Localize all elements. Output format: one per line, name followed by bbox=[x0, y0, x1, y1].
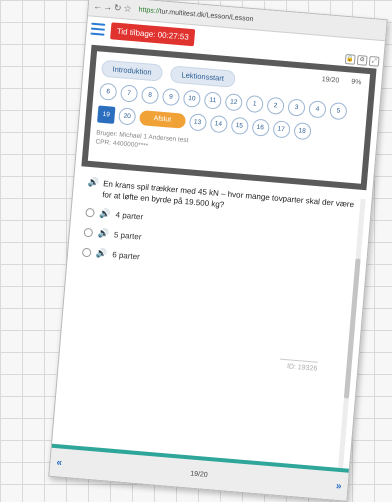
question-number-button[interactable]: 20 bbox=[118, 107, 137, 126]
divider bbox=[279, 358, 318, 363]
question-number-button[interactable]: 9 bbox=[161, 87, 181, 107]
lesson-start-button[interactable]: Lektionsstart bbox=[169, 65, 236, 88]
question-number-button[interactable]: 11 bbox=[203, 91, 223, 110]
finish-button[interactable]: Afslut bbox=[139, 110, 186, 129]
url-path: tur.multitest.dk/Lesson/Lesson bbox=[159, 7, 254, 23]
settings-icon[interactable]: ⚙ bbox=[356, 55, 368, 66]
introduction-button[interactable]: Introduktion bbox=[100, 59, 164, 82]
lock-icon[interactable]: 🔒 bbox=[344, 54, 356, 65]
question-number-button[interactable]: 2 bbox=[266, 96, 285, 116]
window-controls: 🔒 ⚙ ⤢ bbox=[344, 54, 380, 67]
question-number-button[interactable]: 14 bbox=[209, 114, 228, 134]
radio-button[interactable] bbox=[85, 207, 95, 218]
tablet-screen: ← → ↻ ☆ https://tur.multitest.dk/Lesson/… bbox=[48, 0, 388, 502]
progress-count: 19/20 bbox=[321, 76, 340, 85]
question-number-button[interactable]: 18 bbox=[292, 121, 312, 141]
question-number-button[interactable]: 8 bbox=[140, 86, 160, 105]
question-number-button[interactable]: 6 bbox=[99, 82, 118, 101]
url-secure-part: https:// bbox=[138, 6, 160, 15]
lesson-navigation-panel: 19/20 9% Introduktion Lektionsstart 6 7 8… bbox=[81, 44, 377, 191]
speaker-icon[interactable]: 🔊 bbox=[97, 228, 109, 240]
menu-icon[interactable] bbox=[90, 22, 106, 36]
footer-page-indicator: 19/20 bbox=[189, 469, 209, 479]
footer-bar: « 19/20 » bbox=[49, 443, 349, 501]
radio-button[interactable] bbox=[81, 247, 92, 258]
question-number-button[interactable]: 3 bbox=[287, 98, 306, 117]
question-id: ID: 19326 bbox=[286, 363, 318, 373]
progress-percent: 9% bbox=[350, 78, 362, 87]
question-number-button[interactable]: 13 bbox=[188, 113, 207, 132]
question-number-button[interactable]: 10 bbox=[182, 89, 202, 108]
question-number-button[interactable]: 16 bbox=[251, 118, 270, 137]
fullscreen-icon[interactable]: ⤢ bbox=[368, 56, 380, 67]
previous-button[interactable]: « bbox=[56, 457, 62, 468]
question-number-button[interactable]: 15 bbox=[230, 116, 249, 136]
radio-button[interactable] bbox=[83, 227, 94, 238]
speaker-icon[interactable]: 🔊 bbox=[87, 177, 100, 200]
address-bar[interactable]: https://tur.multitest.dk/Lesson/Lesson bbox=[138, 6, 253, 23]
answer-label: 6 parter bbox=[111, 250, 141, 262]
question-number-button[interactable]: 12 bbox=[224, 93, 243, 112]
time-remaining-badge: Tid tilbage: 00:27:53 bbox=[110, 21, 196, 46]
question-number-button[interactable]: 1 bbox=[245, 94, 264, 114]
answer-label: 5 parter bbox=[113, 230, 142, 242]
question-number-button[interactable]: 17 bbox=[271, 120, 291, 139]
speaker-icon[interactable]: 🔊 bbox=[96, 248, 108, 260]
answer-label: 4 parter bbox=[115, 210, 144, 222]
next-button[interactable]: » bbox=[336, 480, 342, 491]
question-number-button[interactable]: 4 bbox=[308, 100, 327, 119]
question-number-button[interactable]: 5 bbox=[329, 101, 348, 121]
speaker-icon[interactable]: 🔊 bbox=[99, 208, 111, 220]
current-question-button[interactable]: 19 bbox=[97, 105, 116, 124]
star-icon[interactable]: ☆ bbox=[122, 3, 133, 15]
question-number-button[interactable]: 7 bbox=[119, 84, 139, 103]
